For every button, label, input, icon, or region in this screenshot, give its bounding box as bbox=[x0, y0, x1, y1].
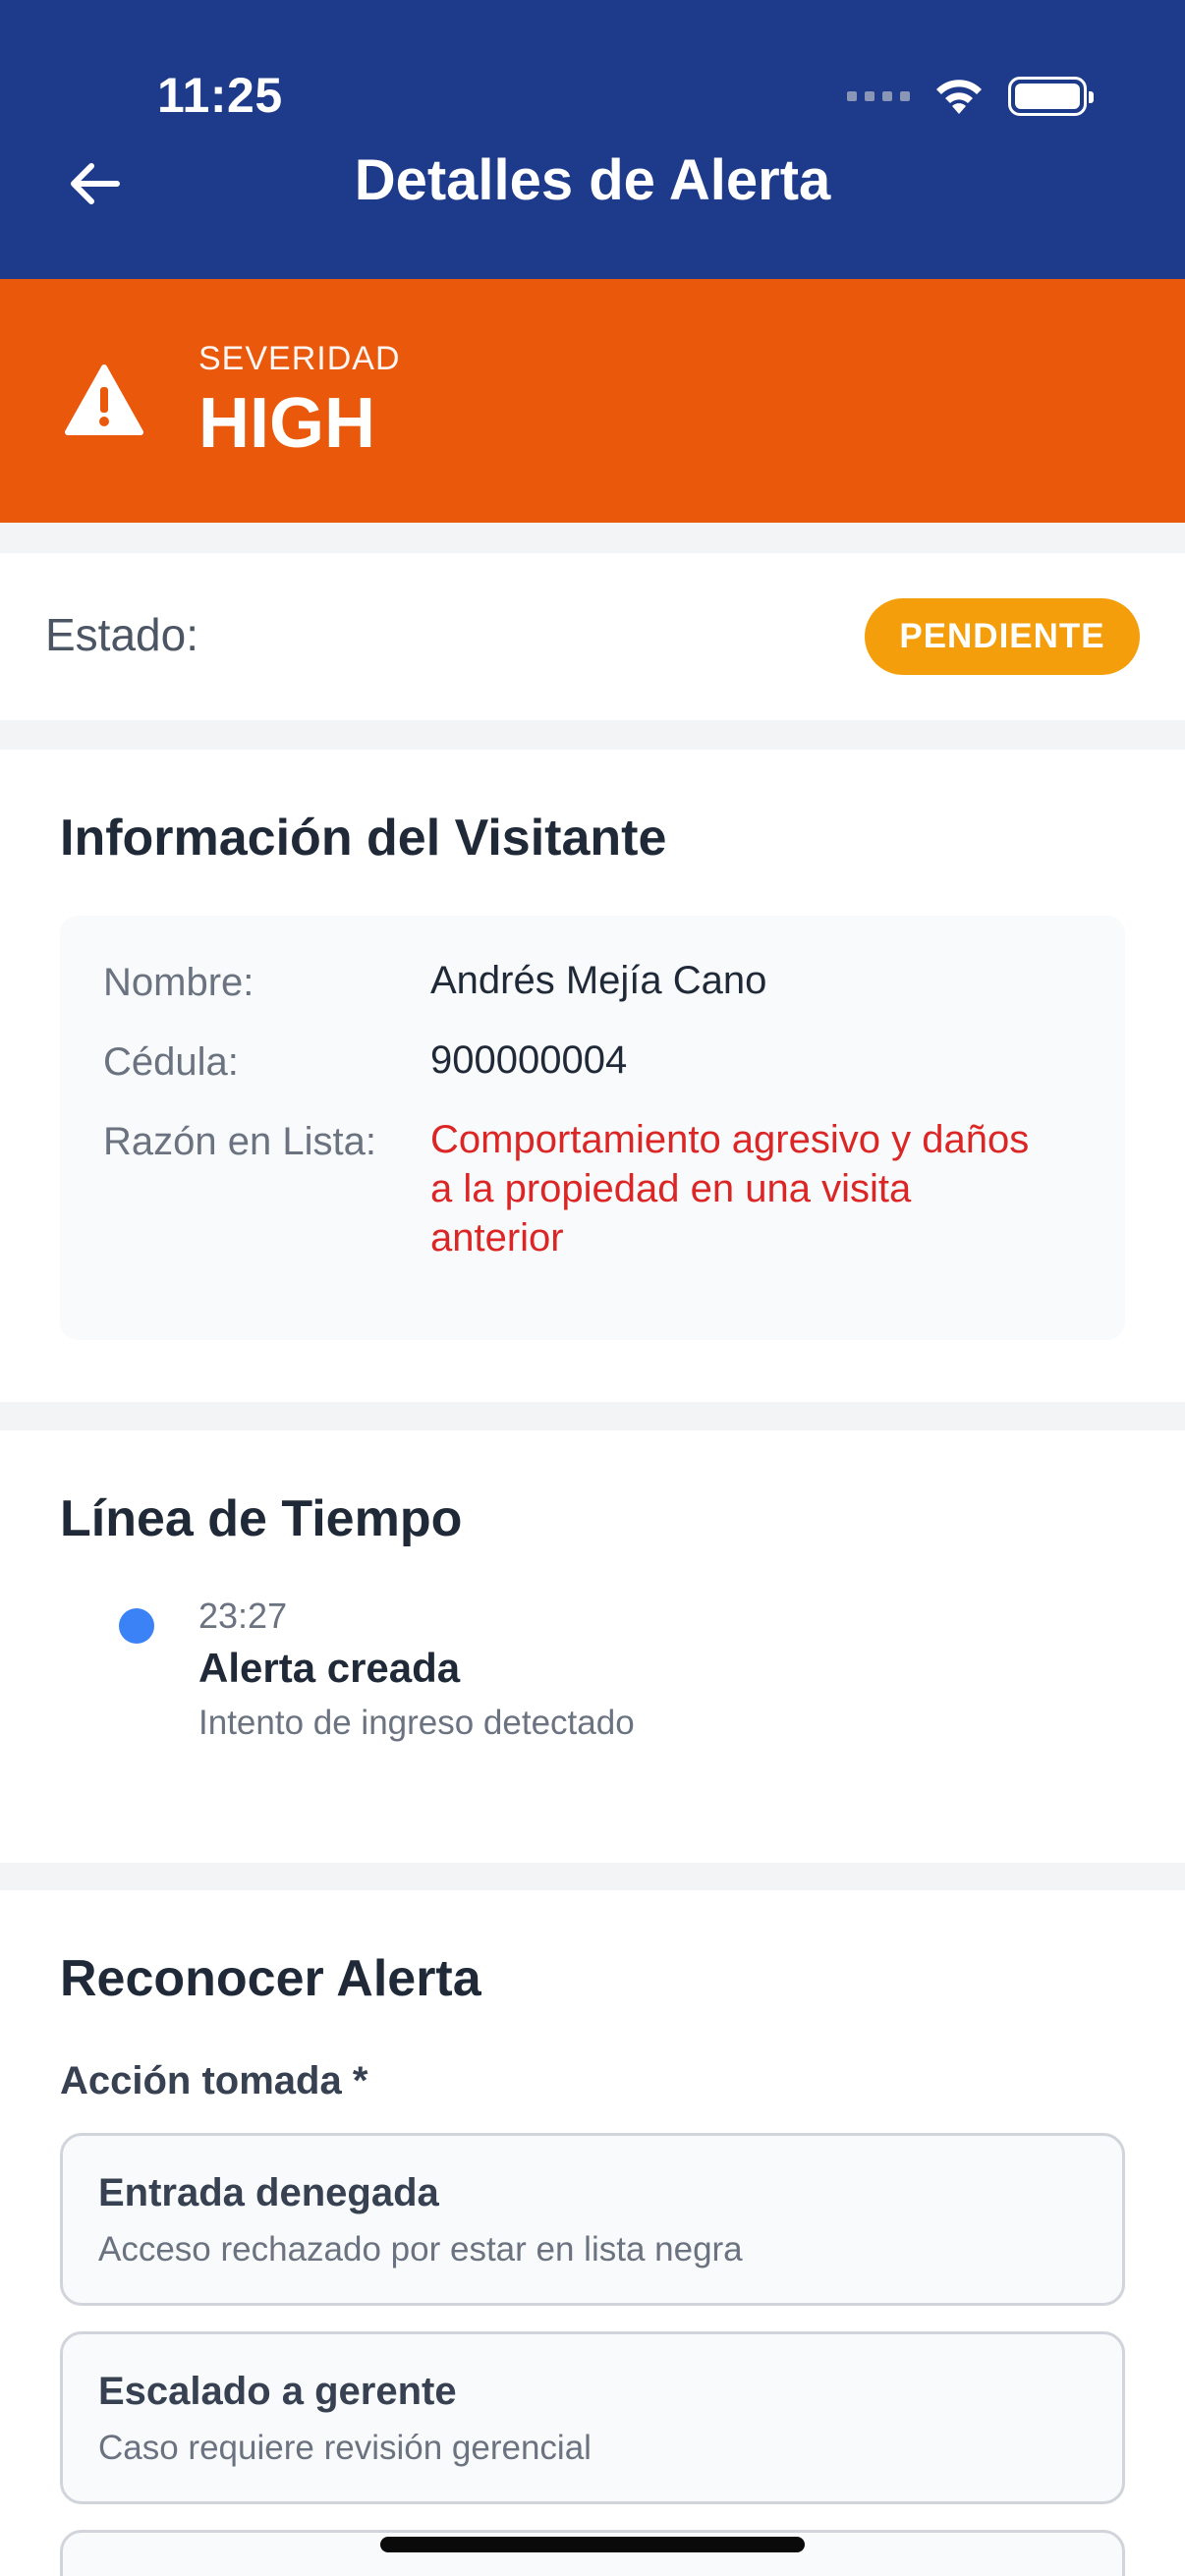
cellular-signal-icon bbox=[847, 91, 910, 101]
severity-banner: SEVERIDAD HIGH bbox=[0, 279, 1185, 523]
visitor-info-box: Nombre: Andrés Mejía Cano Cédula: 900000… bbox=[60, 916, 1125, 1340]
warning-triangle-icon bbox=[65, 364, 143, 441]
timeline-event-description: Intento de ingreso detectado bbox=[198, 1704, 635, 1742]
option-entry-denied[interactable]: Entrada denegada Acceso rechazado por es… bbox=[60, 2133, 1125, 2306]
home-indicator[interactable] bbox=[380, 2537, 805, 2552]
wifi-icon bbox=[933, 77, 985, 116]
option-description: Caso requiere revisión gerencial bbox=[98, 2429, 592, 2467]
timeline-event-time: 23:27 bbox=[198, 1596, 288, 1636]
status-label: Estado: bbox=[45, 609, 198, 660]
visitor-id-label: Cédula: bbox=[103, 1040, 239, 1084]
option-description: Acceso rechazado por estar en lista negr… bbox=[98, 2230, 743, 2268]
option-escalated-manager[interactable]: Escalado a gerente Caso requiere revisió… bbox=[60, 2331, 1125, 2504]
severity-value: HIGH bbox=[198, 384, 375, 463]
option-title: Entrada denegada bbox=[98, 2171, 439, 2214]
visitor-id-value: 900000004 bbox=[430, 1038, 628, 1082]
status-card: Estado: PENDIENTE bbox=[0, 553, 1185, 720]
visitor-section-title: Información del Visitante bbox=[60, 810, 667, 867]
timeline-event-title: Alerta creada bbox=[198, 1645, 461, 1691]
status-bar-time: 11:25 bbox=[157, 68, 283, 123]
visitor-info-card: Información del Visitante Nombre: Andrés… bbox=[0, 750, 1185, 1402]
status-bar-icons bbox=[847, 75, 1094, 118]
visitor-name-label: Nombre: bbox=[103, 961, 254, 1004]
timeline-section-title: Línea de Tiempo bbox=[60, 1490, 463, 1547]
timeline-card: Línea de Tiempo 23:27 Alerta creada Inte… bbox=[0, 1430, 1185, 1863]
severity-caption: SEVERIDAD bbox=[198, 340, 401, 377]
action-taken-label: Acción tomada * bbox=[60, 2059, 368, 2102]
visitor-reason-value: Comportamiento agresivo y daños a la pro… bbox=[430, 1118, 1030, 1260]
visitor-name-value: Andrés Mejía Cano bbox=[430, 959, 767, 1002]
timeline-dot bbox=[119, 1608, 154, 1644]
app-header: 11:25 Detalles de Alerta bbox=[0, 0, 1185, 279]
option-title: Escalado a gerente bbox=[98, 2370, 457, 2413]
battery-icon bbox=[1008, 77, 1094, 116]
status-badge: PENDIENTE bbox=[865, 598, 1140, 675]
page-title: Detalles de Alerta bbox=[354, 148, 831, 212]
acknowledge-section-title: Reconocer Alerta bbox=[60, 1950, 481, 2007]
acknowledge-card: Reconocer Alerta Acción tomada * Entrada… bbox=[0, 1890, 1185, 2576]
visitor-reason-label: Razón en Lista: bbox=[103, 1120, 376, 1163]
